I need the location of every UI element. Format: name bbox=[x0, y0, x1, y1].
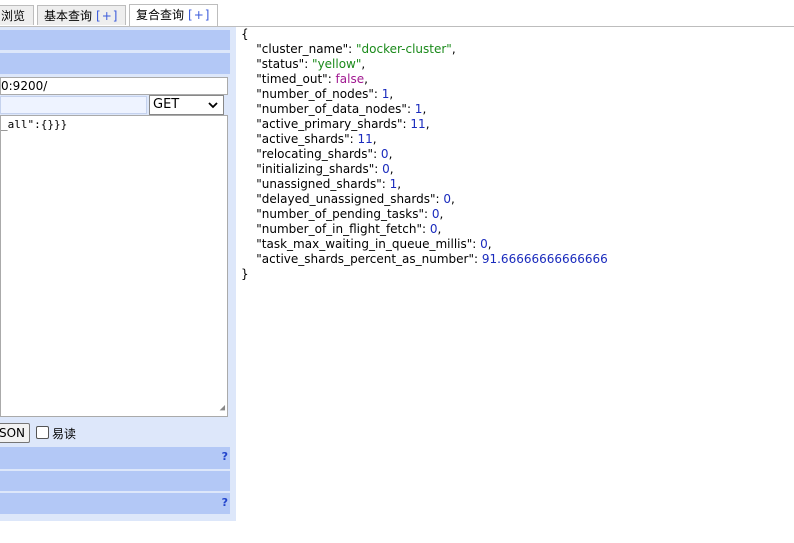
json-key: "number_of_data_nodes" bbox=[256, 102, 407, 116]
json-line: "initializing_shards": 0, bbox=[256, 162, 394, 176]
json-key: "timed_out" bbox=[256, 72, 328, 86]
section-header-3[interactable]: ? bbox=[0, 447, 230, 469]
json-value: 11 bbox=[410, 117, 426, 131]
json-line: "number_of_data_nodes": 1, bbox=[256, 102, 427, 116]
section-header-5[interactable]: ? bbox=[0, 493, 230, 514]
json-line: "number_of_in_flight_fetch": 0, bbox=[256, 222, 442, 236]
tab-bar: 浏览 基本查询 [+] 复合查询 [+] bbox=[0, 0, 794, 27]
json-value: 1 bbox=[389, 177, 398, 191]
json-value: 1 bbox=[381, 87, 390, 101]
json-key: "active_shards" bbox=[256, 132, 350, 146]
json-open-brace: { bbox=[241, 27, 249, 41]
json-value: "docker-cluster" bbox=[356, 42, 452, 56]
json-key: "initializing_shards" bbox=[256, 162, 375, 176]
json-value: "yellow" bbox=[312, 57, 362, 71]
json-key: "number_of_nodes" bbox=[256, 87, 374, 101]
readable-checkbox[interactable] bbox=[36, 426, 49, 439]
json-value: 0 bbox=[429, 222, 438, 236]
json-value: 0 bbox=[382, 162, 390, 176]
request-body-text: _all":{}}} bbox=[1, 118, 68, 131]
json-line: "status": "yellow", bbox=[256, 57, 366, 71]
json-validate-button[interactable]: SON bbox=[0, 423, 30, 443]
json-line: "active_shards_percent_as_number": 91.66… bbox=[256, 252, 608, 266]
resize-handle-icon[interactable]: ◢ bbox=[220, 401, 225, 415]
tab-basic-query[interactable]: 基本查询 [+] bbox=[37, 5, 126, 25]
json-line: "unassigned_shards": 1, bbox=[256, 177, 402, 191]
json-value: 0 bbox=[443, 192, 452, 206]
json-key: "status" bbox=[256, 57, 305, 71]
section-header-1[interactable] bbox=[0, 30, 230, 50]
json-value: 0 bbox=[480, 237, 488, 251]
help-icon[interactable]: ? bbox=[222, 450, 228, 463]
json-line: "cluster_name": "docker-cluster", bbox=[256, 42, 456, 56]
tab-compound-query[interactable]: 复合查询 [+] bbox=[129, 4, 218, 26]
json-line: "relocating_shards": 0, bbox=[256, 147, 393, 161]
json-line: "number_of_pending_tasks": 0, bbox=[256, 207, 444, 221]
section-header-2[interactable] bbox=[0, 53, 230, 74]
json-value: 0 bbox=[380, 147, 389, 161]
json-close-brace: } bbox=[241, 267, 249, 281]
json-key: "number_of_pending_tasks" bbox=[256, 207, 424, 221]
tab-compound-query-add[interactable]: [+] bbox=[188, 8, 210, 22]
json-key: "number_of_in_flight_fetch" bbox=[256, 222, 422, 236]
json-key: "cluster_name" bbox=[256, 42, 349, 56]
json-key: "active_shards_percent_as_number" bbox=[256, 252, 474, 266]
tab-basic-query-add[interactable]: [+] bbox=[96, 9, 118, 23]
json-value: 91.66666666666666 bbox=[481, 252, 608, 266]
response-json: { "cluster_name": "docker-cluster", "sta… bbox=[241, 27, 791, 287]
server-url-input[interactable]: 0:9200/ bbox=[0, 77, 228, 95]
json-line: "delayed_unassigned_shards": 0, bbox=[256, 192, 455, 206]
request-body-textarea[interactable]: _all":{}}} ◢ bbox=[0, 115, 228, 417]
json-line: "active_primary_shards": 11, bbox=[256, 117, 430, 131]
json-value: false bbox=[335, 72, 365, 86]
json-value: 0 bbox=[431, 207, 440, 221]
json-key: "delayed_unassigned_shards" bbox=[256, 192, 436, 206]
json-value: 1 bbox=[414, 102, 423, 116]
tab-browse[interactable]: 浏览 bbox=[0, 5, 34, 25]
http-method-select[interactable]: GET bbox=[149, 95, 224, 115]
request-path-input[interactable] bbox=[0, 96, 147, 114]
query-panel: 0:9200/ GET _all":{}}} ◢ SON 易读 ? ? bbox=[0, 27, 236, 521]
json-line: "active_shards": 11, bbox=[256, 132, 377, 146]
tab-browse-label: 浏览 bbox=[1, 9, 26, 23]
json-key: "relocating_shards" bbox=[256, 147, 374, 161]
json-line: "number_of_nodes": 1, bbox=[256, 87, 394, 101]
section-header-4[interactable] bbox=[0, 471, 230, 491]
json-key: "active_primary_shards" bbox=[256, 117, 403, 131]
help-icon[interactable]: ? bbox=[222, 496, 228, 509]
json-value: 11 bbox=[357, 132, 373, 146]
tab-basic-query-label: 基本查询 bbox=[44, 9, 93, 23]
json-key: "task_max_waiting_in_queue_millis" bbox=[256, 237, 473, 251]
json-line: "task_max_waiting_in_queue_millis": 0, bbox=[256, 237, 492, 251]
json-key: "unassigned_shards" bbox=[256, 177, 382, 191]
json-line: "timed_out": false, bbox=[256, 72, 368, 86]
http-method-value: GET bbox=[153, 97, 180, 112]
readable-label: 易读 bbox=[52, 427, 77, 441]
tab-compound-query-label: 复合查询 bbox=[136, 8, 185, 22]
